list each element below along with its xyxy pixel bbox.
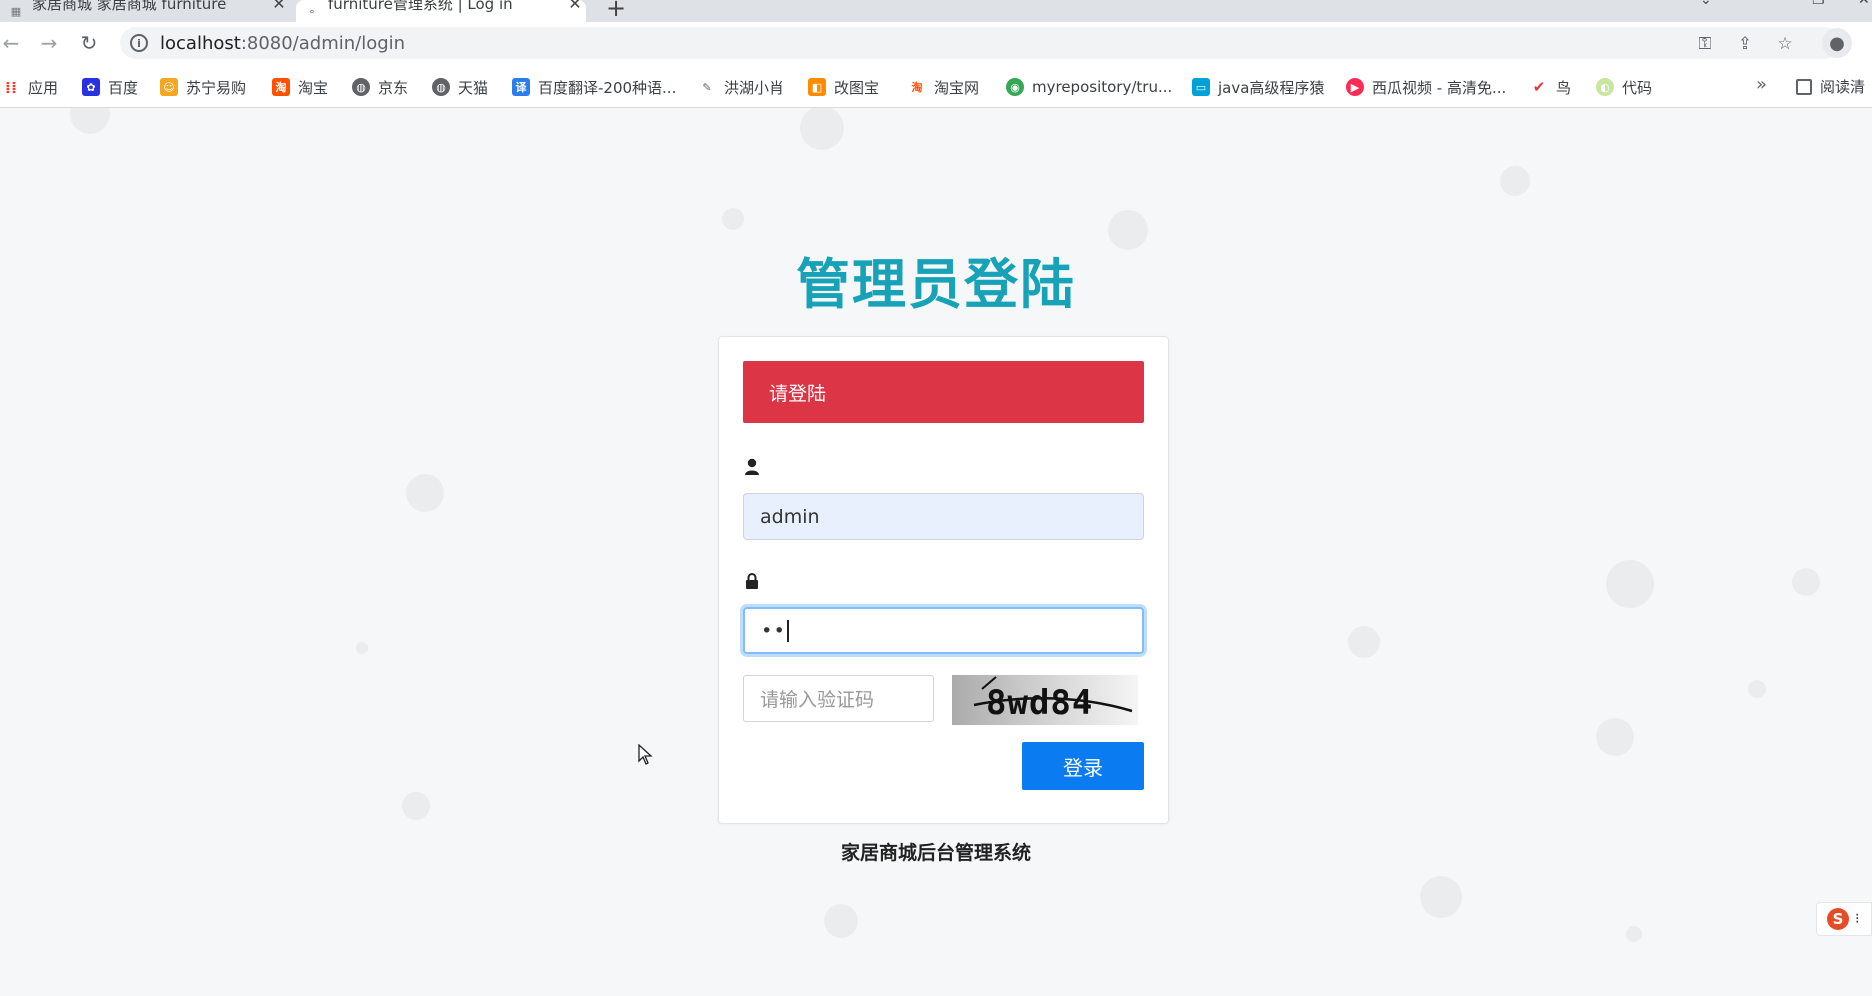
reload-icon[interactable]: ↻ — [74, 28, 104, 58]
s-logo-icon: S — [1827, 908, 1849, 930]
bookmark-jd[interactable]: ◍ 京东 — [352, 76, 408, 98]
profile-avatar-icon[interactable]: ● — [1822, 28, 1852, 58]
bookmark-suning[interactable]: ☺ 苏宁易购 — [160, 76, 246, 98]
translate-icon: 译 — [512, 78, 530, 96]
chrome-icon: ◉ — [1006, 78, 1024, 96]
reading-list-icon — [1796, 78, 1812, 95]
background-particle — [406, 474, 444, 512]
globe-icon: ◍ — [352, 78, 370, 96]
reading-list-button[interactable]: 阅读清 — [1796, 76, 1865, 97]
background-particle — [1420, 876, 1462, 918]
window-close-icon[interactable]: ✕ — [1858, 0, 1870, 8]
grid-favicon-icon: ▦ — [10, 4, 22, 18]
site-info-icon[interactable]: i — [130, 34, 148, 52]
tab-title: 家居商城 家居商城 furniture — [32, 0, 227, 13]
bookmarks-overflow-button[interactable]: » — [1756, 74, 1767, 95]
taobao-icon: 淘 — [908, 78, 926, 96]
baidu-paw-icon: ✿ — [82, 78, 100, 96]
captcha-image[interactable]: 8wd84 — [952, 675, 1138, 725]
bookmark-honghu[interactable]: ✎ 洪湖小肖 — [698, 76, 784, 98]
background-particle — [1500, 166, 1530, 196]
background-particle — [356, 642, 368, 654]
gaitubao-icon: ◧ — [808, 78, 826, 96]
user-icon — [743, 457, 761, 477]
background-particle — [1626, 926, 1642, 942]
leaf-icon: ◐ — [1596, 78, 1614, 96]
background-particle — [70, 108, 110, 134]
background-particle — [1348, 626, 1380, 658]
taobao-icon: 淘 — [272, 78, 290, 96]
tab-close-icon[interactable]: ✕ — [564, 0, 586, 13]
new-tab-button[interactable]: + — [606, 0, 626, 22]
bookmark-gaitubao[interactable]: ◧ 改图宝 — [808, 76, 879, 98]
bookmarks-bar: ⁞⁞ 应用 ✿ 百度 ☺ 苏宁易购 淘 淘宝 ◍ 京东 ◍ 天猫 译 百度翻译-… — [0, 64, 1872, 108]
bookmark-taobao[interactable]: 淘 淘宝 — [272, 76, 328, 98]
bookmark-code[interactable]: ◐ 代码 — [1596, 76, 1652, 98]
bookmark-taobao-net[interactable]: 淘 淘宝网 — [908, 76, 979, 98]
bookmark-bird[interactable]: ✔ 鸟 — [1530, 76, 1571, 98]
bird-icon: ✎ — [698, 78, 716, 96]
login-card: 请登陆 admin •• 请输入验证码 8wd84 登录 — [718, 336, 1169, 824]
tab-furniture-shop[interactable]: ▦ 家居商城 家居商城 furniture ✕ — [0, 0, 290, 22]
text-caret — [786, 619, 789, 642]
background-particle — [722, 208, 744, 230]
password-input[interactable]: •• — [743, 607, 1144, 654]
login-button[interactable]: 登录 — [1022, 742, 1144, 790]
captcha-input[interactable]: 请输入验证码 — [743, 675, 934, 722]
bird-red-icon: ✔ — [1530, 78, 1548, 96]
bookmark-baidu-translate[interactable]: 译 百度翻译-200种语... — [512, 76, 676, 98]
username-input[interactable]: admin — [743, 493, 1144, 540]
share-icon[interactable]: ⇪ — [1734, 33, 1756, 55]
globe-icon: ◍ — [432, 78, 450, 96]
background-particle — [1748, 680, 1766, 698]
tab-close-icon[interactable]: ✕ — [268, 0, 290, 13]
bookmark-apps[interactable]: ⁞⁞ 应用 — [2, 76, 58, 98]
bookmark-myrepository[interactable]: ◉ myrepository/tru... — [1006, 76, 1172, 98]
bookmark-tmall[interactable]: ◍ 天猫 — [432, 76, 488, 98]
address-bar[interactable]: i localhost:8080/admin/login ⚿ ⇪ ☆ — [120, 27, 1840, 59]
captcha-text: 8wd84 — [986, 683, 1093, 723]
loading-favicon-icon: ∘ — [308, 4, 316, 18]
tab-title: furniture管理系统 | Log in — [328, 0, 513, 13]
more-dots-icon[interactable]: ⁝ — [1855, 911, 1859, 927]
footer-system-name: 家居商城后台管理系统 — [840, 842, 1031, 864]
forward-arrow-icon[interactable]: → — [34, 28, 64, 58]
xigua-icon: ▶ — [1346, 78, 1364, 96]
login-alert: 请登陆 — [743, 361, 1144, 423]
background-particle — [1596, 718, 1634, 756]
lock-icon — [743, 571, 761, 591]
bookmark-baidu[interactable]: ✿ 百度 — [82, 76, 138, 98]
mouse-cursor-icon — [638, 743, 654, 771]
background-particle — [824, 904, 858, 938]
apps-grid-icon: ⁞⁞ — [2, 78, 20, 97]
tab-admin-login[interactable]: ∘ furniture管理系统 | Log in ✕ — [296, 0, 586, 22]
page-title: 管理员登陆 — [796, 253, 1076, 316]
browser-toolbar: ← → ↻ i localhost:8080/admin/login ⚿ ⇪ ☆… — [0, 22, 1872, 64]
back-arrow-icon[interactable]: ← — [0, 28, 26, 58]
background-particle — [1792, 568, 1820, 596]
extension-widget[interactable]: S ⁝ — [1816, 902, 1872, 936]
background-particle — [402, 792, 430, 820]
url-text[interactable]: localhost:8080/admin/login — [160, 33, 405, 54]
bookmark-star-icon[interactable]: ☆ — [1774, 33, 1796, 55]
login-page: 管理员登陆 请登陆 admin •• 请输入验证码 8wd84 登录 家居商城后… — [0, 108, 1872, 996]
window-restore-icon[interactable]: ❐ — [1812, 0, 1825, 8]
background-particle — [1606, 560, 1654, 608]
suning-lion-icon: ☺ — [160, 78, 178, 96]
bilibili-icon: ▭ — [1192, 78, 1210, 96]
background-particle — [800, 108, 844, 150]
tab-strip: ▦ 家居商城 家居商城 furniture ✕ ∘ furniture管理系统 … — [0, 0, 1872, 22]
tab-search-icon[interactable]: ⌄ — [1700, 0, 1712, 8]
key-icon[interactable]: ⚿ — [1694, 33, 1716, 55]
bookmark-xigua[interactable]: ▶ 西瓜视频 - 高清免... — [1346, 76, 1506, 98]
bookmark-java[interactable]: ▭ java高级程序猿 — [1192, 76, 1324, 98]
